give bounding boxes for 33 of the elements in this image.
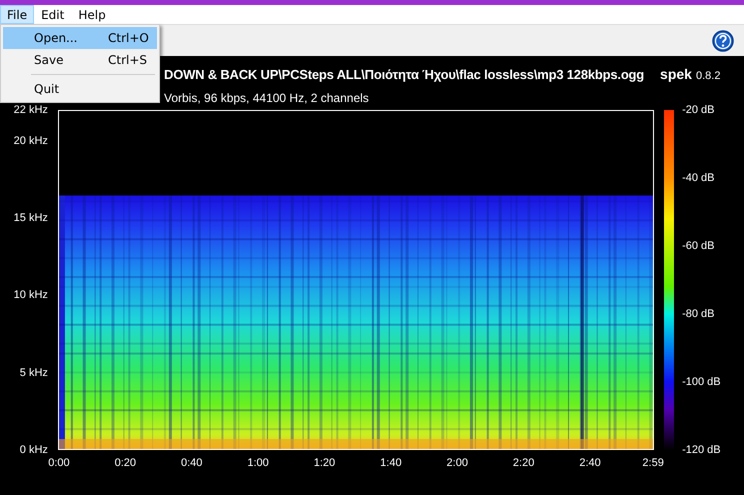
time-label: 0:20 xyxy=(114,457,136,469)
level-label: -80 dB xyxy=(682,308,715,320)
frequency-label: 22 kHz xyxy=(14,104,48,116)
time-label: 1:40 xyxy=(380,457,402,469)
menu-option[interactable]: Quit xyxy=(3,78,157,100)
time-label: 1:20 xyxy=(314,457,336,469)
frequency-label: 5 kHz xyxy=(20,366,48,379)
time-label: 2:40 xyxy=(579,457,601,469)
menu-item[interactable]: Edit xyxy=(34,5,72,24)
level-label: -120 dB xyxy=(682,444,721,456)
time-label: 2:20 xyxy=(512,457,534,469)
frequency-label: 10 kHz xyxy=(14,289,48,302)
file-path: DOWN & BACK UP\PCSteps ALL\Ποιότητα Ήχου\flac lossless\mp3 128kbps.ogg xyxy=(164,67,644,82)
time-label: 2:00 xyxy=(446,457,468,469)
menu-option[interactable]: Open... Ctrl+O xyxy=(3,27,157,49)
level-label: -60 dB xyxy=(682,240,715,252)
app-name: spek xyxy=(660,66,692,82)
menu-item[interactable]: Help xyxy=(71,5,113,24)
help-icon[interactable] xyxy=(712,30,734,52)
menu-option[interactable]: Save Ctrl+S xyxy=(3,49,157,71)
stream-info: Vorbis, 96 kbps, 44100 Hz, 2 channels xyxy=(164,91,369,106)
level-label: -100 dB xyxy=(682,376,721,388)
frequency-label: 20 kHz xyxy=(14,134,48,147)
version-label: 0.8.2 xyxy=(696,70,720,82)
time-label: 0:00 xyxy=(48,457,70,469)
time-label: 0:40 xyxy=(180,457,202,469)
level-label: -20 dB xyxy=(682,104,715,116)
frequency-label: 0 kHz xyxy=(20,444,48,456)
time-label: 1:00 xyxy=(247,457,269,469)
time-label: 2:59 xyxy=(642,457,664,469)
level-label: -40 dB xyxy=(682,172,715,184)
menu-item[interactable]: File xyxy=(0,5,34,24)
frequency-label: 15 kHz xyxy=(14,212,48,224)
